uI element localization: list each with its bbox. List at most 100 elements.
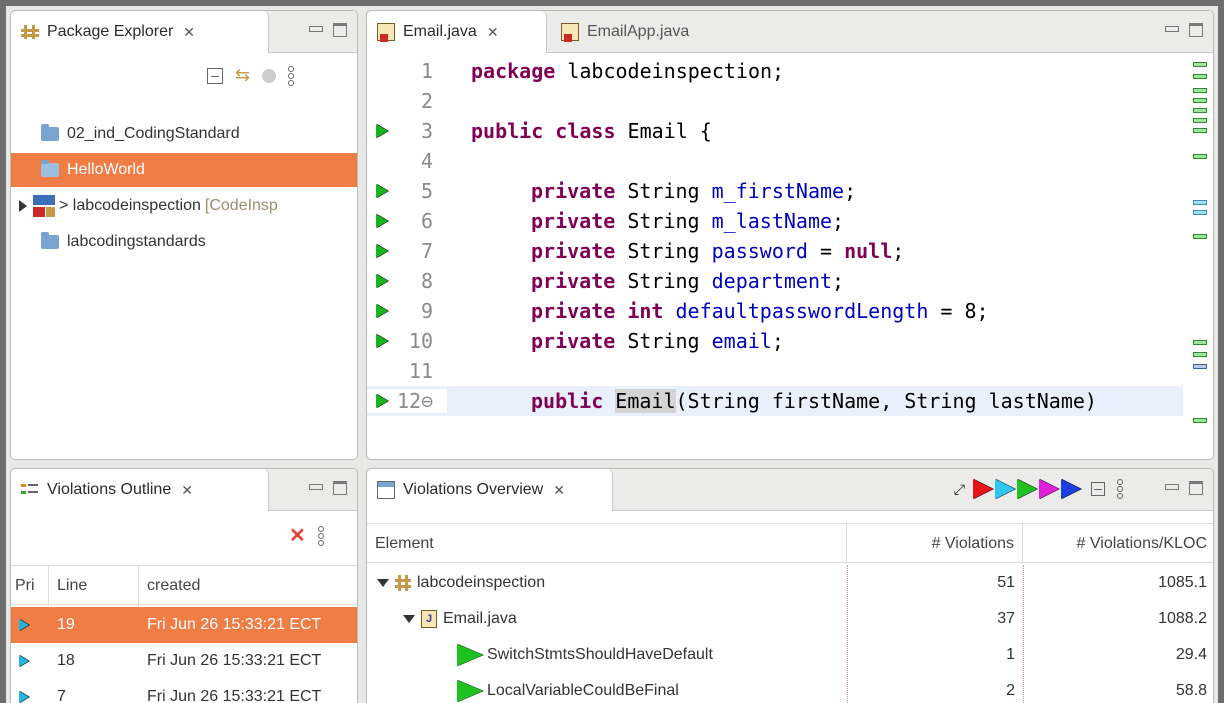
tab-email-java[interactable]: Email.java ✕ [367, 11, 547, 53]
workbench: Package Explorer ✕ ⇆ 02_ind_CodingStanda… [6, 6, 1218, 703]
violation-marker-icon[interactable] [376, 394, 388, 408]
priority-cell [11, 643, 49, 679]
filter-priority-5-icon[interactable] [1061, 479, 1081, 499]
element-label: labcodeinspection [417, 574, 546, 591]
ruler-marker[interactable] [1193, 108, 1207, 113]
filter-priority-1-icon[interactable] [973, 479, 993, 499]
expand-icon[interactable] [19, 200, 27, 212]
kloc-cell: 1085.1 [1158, 574, 1207, 591]
ruler-marker[interactable] [1193, 200, 1207, 205]
maximize-icon[interactable] [1189, 481, 1203, 495]
editor-tabbar: Email.java ✕ EmailApp.java [367, 11, 1213, 53]
tree-row-rule[interactable]: SwitchStmtsShouldHaveDefault 1 29.4 [367, 637, 1213, 673]
tree-item-helloworld[interactable]: HelloWorld [11, 153, 357, 187]
minimize-icon[interactable] [1165, 481, 1179, 495]
violation-marker-icon[interactable] [376, 244, 388, 258]
overview-ruler[interactable] [1185, 54, 1213, 459]
close-icon[interactable]: ✕ [181, 482, 193, 499]
maximize-icon[interactable] [333, 23, 347, 37]
tab-violations-outline[interactable]: Violations Outline ✕ [11, 469, 269, 511]
ruler-marker[interactable] [1193, 210, 1207, 215]
ruler-marker[interactable] [1193, 62, 1207, 67]
java-file-icon [377, 23, 395, 42]
collapse-all-icon[interactable] [1091, 482, 1105, 496]
window-controls [1165, 23, 1203, 37]
priority-3-icon [457, 680, 483, 702]
table-row[interactable]: 19 Fri Jun 26 15:33:21 ECT [11, 607, 357, 643]
minimize-icon[interactable] [309, 481, 323, 495]
tab-package-explorer[interactable]: Package Explorer ✕ [11, 11, 269, 53]
minimize-icon[interactable] [309, 23, 323, 37]
code-line: 6 private String m_lastName; [367, 206, 1183, 236]
maximize-icon[interactable] [1189, 23, 1203, 37]
kloc-cell: 1088.2 [1158, 610, 1207, 627]
close-icon[interactable]: ✕ [183, 24, 195, 41]
tree-item-labcodeinspection[interactable]: > labcodeinspection [CodeInsp [11, 189, 357, 223]
code-editor[interactable]: 1 package labcodeinspection; 2 3 public cl… [367, 54, 1213, 459]
column-header-element[interactable]: Element [367, 524, 847, 564]
ruler-marker[interactable] [1193, 352, 1207, 357]
column-header-created[interactable]: created [139, 566, 357, 606]
tree-row-file[interactable]: J Email.java 37 1088.2 [367, 601, 1213, 637]
element-cell: labcodeinspection [367, 565, 847, 601]
close-icon[interactable]: ✕ [553, 482, 565, 499]
violations-cell: 1 [1006, 646, 1015, 663]
link-with-editor-icon[interactable]: ⇆ [235, 65, 250, 86]
ruler-marker[interactable] [1193, 128, 1207, 133]
ruler-marker[interactable] [1193, 98, 1207, 103]
project-folder-icon [41, 124, 59, 141]
remove-violation-icon[interactable]: ✕ [289, 523, 306, 548]
ruler-marker[interactable] [1193, 74, 1207, 79]
element-cell: LocalVariableCouldBeFinal [367, 673, 847, 703]
violation-marker-icon[interactable] [376, 274, 388, 288]
code-line: 10 private String email; [367, 326, 1183, 356]
package-icon [21, 23, 39, 41]
filter-priority-4-icon[interactable] [1039, 479, 1059, 499]
view-menu-icon[interactable] [288, 65, 295, 86]
filter-icon[interactable] [262, 68, 277, 83]
violation-marker-icon[interactable] [376, 334, 388, 348]
tab-emailapp-java[interactable]: EmailApp.java [551, 11, 731, 53]
ruler-marker[interactable] [1193, 234, 1207, 239]
tree-row-rule[interactable]: LocalVariableCouldBeFinal 2 58.8 [367, 673, 1213, 703]
column-header-priority[interactable]: Pri [11, 566, 49, 606]
close-icon[interactable]: ✕ [487, 24, 499, 41]
collapse-icon[interactable] [377, 579, 389, 587]
priority-icon [19, 655, 29, 667]
column-header-line[interactable]: Line [49, 566, 139, 606]
ruler-marker[interactable] [1193, 88, 1207, 93]
tab-violations-overview[interactable]: Violations Overview ✕ [367, 469, 613, 511]
violation-marker-icon[interactable] [376, 304, 388, 318]
ruler-marker[interactable] [1193, 118, 1207, 123]
column-header-violations[interactable]: # Violations [847, 524, 1023, 564]
table-row[interactable]: 18 Fri Jun 26 15:33:21 ECT [11, 643, 357, 679]
ruler-marker[interactable] [1193, 418, 1207, 423]
tree-item-coding-standard[interactable]: 02_ind_CodingStandard [11, 117, 357, 151]
collapse-icon[interactable] [403, 615, 415, 623]
column-header-violations-kloc[interactable]: # Violations/KLOC [1023, 524, 1213, 564]
minimize-icon[interactable] [1165, 23, 1179, 37]
violations-overview-panel: Violations Overview ✕ ⤢ Element # Violat… [366, 468, 1214, 703]
violations-overview-tabbar: Violations Overview ✕ ⤢ [367, 469, 1213, 511]
tree-item-suffix: [CodeInsp [204, 197, 278, 214]
tree-item-labcodingstandards[interactable]: labcodingstandards [11, 225, 357, 259]
tree-row-project[interactable]: labcodeinspection 51 1085.1 [367, 565, 1213, 601]
filter-priority-3-icon[interactable] [1017, 479, 1037, 499]
ruler-marker[interactable] [1193, 154, 1207, 159]
view-menu-icon[interactable] [1117, 479, 1123, 499]
table-row[interactable]: 7 Fri Jun 26 15:33:21 ECT [11, 679, 357, 703]
created-cell: Fri Jun 26 15:33:21 ECT [147, 652, 322, 669]
expand-arrows-icon[interactable]: ⤢ [954, 481, 965, 498]
filter-priority-2-icon[interactable] [995, 479, 1015, 499]
violation-marker-icon[interactable] [376, 184, 388, 198]
maximize-icon[interactable] [333, 481, 347, 495]
view-menu-icon[interactable] [317, 525, 324, 546]
tree-item-label: HelloWorld [67, 161, 145, 178]
ruler-marker[interactable] [1193, 340, 1207, 345]
overview-icon [377, 481, 395, 499]
ruler-marker[interactable] [1193, 364, 1207, 369]
window-controls [309, 23, 347, 37]
violation-marker-icon[interactable] [376, 214, 388, 228]
violation-marker-icon[interactable] [376, 124, 388, 138]
collapse-all-icon[interactable] [207, 67, 223, 84]
